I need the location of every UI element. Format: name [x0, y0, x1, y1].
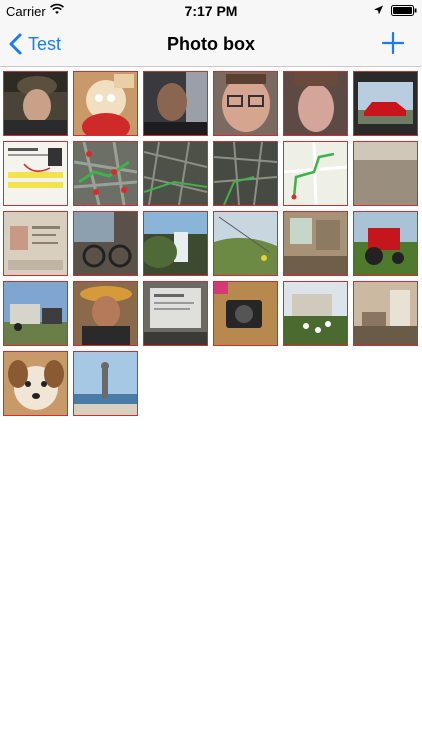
photo-thumbnail[interactable] — [3, 351, 68, 416]
photo-thumbnail[interactable] — [73, 71, 138, 136]
photo-thumbnail[interactable] — [213, 71, 278, 136]
photo-thumbnail[interactable] — [283, 71, 348, 136]
bike-in-shed-photo — [74, 212, 137, 275]
cartoon-figure-photo — [74, 72, 137, 135]
photo-grid — [3, 71, 421, 416]
location-icon — [374, 5, 383, 15]
kitchen-interior-photo — [354, 282, 417, 345]
photo-thumbnail[interactable] — [143, 211, 208, 276]
photo-thumbnail[interactable] — [143, 281, 208, 346]
photo-thumbnail[interactable] — [3, 71, 68, 136]
camera-photo — [214, 282, 277, 345]
passport-photo — [4, 212, 67, 275]
photo-thumbnail[interactable] — [73, 211, 138, 276]
status-time: 7:17 PM — [184, 3, 238, 19]
route-map-photo — [284, 142, 347, 205]
photo-thumbnail[interactable] — [73, 351, 138, 416]
photo-thumbnail[interactable] — [213, 141, 278, 206]
photo-thumbnail[interactable] — [283, 141, 348, 206]
man-in-hat-photo — [4, 72, 67, 135]
photo-thumbnail[interactable] — [353, 141, 418, 206]
photo-thumbnail[interactable] — [3, 141, 68, 206]
document-screenshot-photo — [4, 142, 67, 205]
red-tractor-photo — [354, 212, 417, 275]
empty-room-floor-photo — [354, 142, 417, 205]
satellite-map-photo — [144, 142, 207, 205]
map-with-pins-photo — [74, 142, 137, 205]
navigation-bar: Test Photo box — [0, 22, 422, 67]
truck-and-trailer-photo — [4, 282, 67, 345]
photo-thumbnail[interactable] — [3, 211, 68, 276]
photo-thumbnail[interactable] — [353, 281, 418, 346]
photo-thumbnail[interactable] — [143, 141, 208, 206]
plus-icon[interactable] — [380, 30, 406, 56]
status-bar: Carrier 7:17 PM — [0, 0, 422, 22]
house-with-flowers-photo — [284, 282, 347, 345]
photo-thumbnail[interactable] — [213, 281, 278, 346]
man-portrait-photo — [284, 72, 347, 135]
photo-thumbnail[interactable] — [3, 281, 68, 346]
photo-thumbnail[interactable] — [73, 141, 138, 206]
photo-thumbnail[interactable] — [213, 211, 278, 276]
photo-thumbnail[interactable] — [353, 71, 418, 136]
man-with-glasses-photo — [214, 72, 277, 135]
satellite-map-photo — [214, 142, 277, 205]
battery-icon — [391, 5, 417, 16]
computer-screen-photo — [144, 282, 207, 345]
grassy-hillside-photo — [214, 212, 277, 275]
photo-thumbnail[interactable] — [143, 71, 208, 136]
photo-thumbnail[interactable] — [283, 281, 348, 346]
red-car-photo — [354, 72, 417, 135]
photo-thumbnail[interactable] — [283, 211, 348, 276]
room-interior-photo — [284, 212, 347, 275]
person-with-hat-photo — [74, 282, 137, 345]
dog-photo — [4, 352, 67, 415]
page-title: Photo box — [167, 34, 255, 54]
waterfall-photo — [144, 212, 207, 275]
bald-man-portrait-photo — [144, 72, 207, 135]
photo-thumbnail[interactable] — [353, 211, 418, 276]
statue-by-sea-photo — [74, 352, 137, 415]
photo-thumbnail[interactable] — [73, 281, 138, 346]
